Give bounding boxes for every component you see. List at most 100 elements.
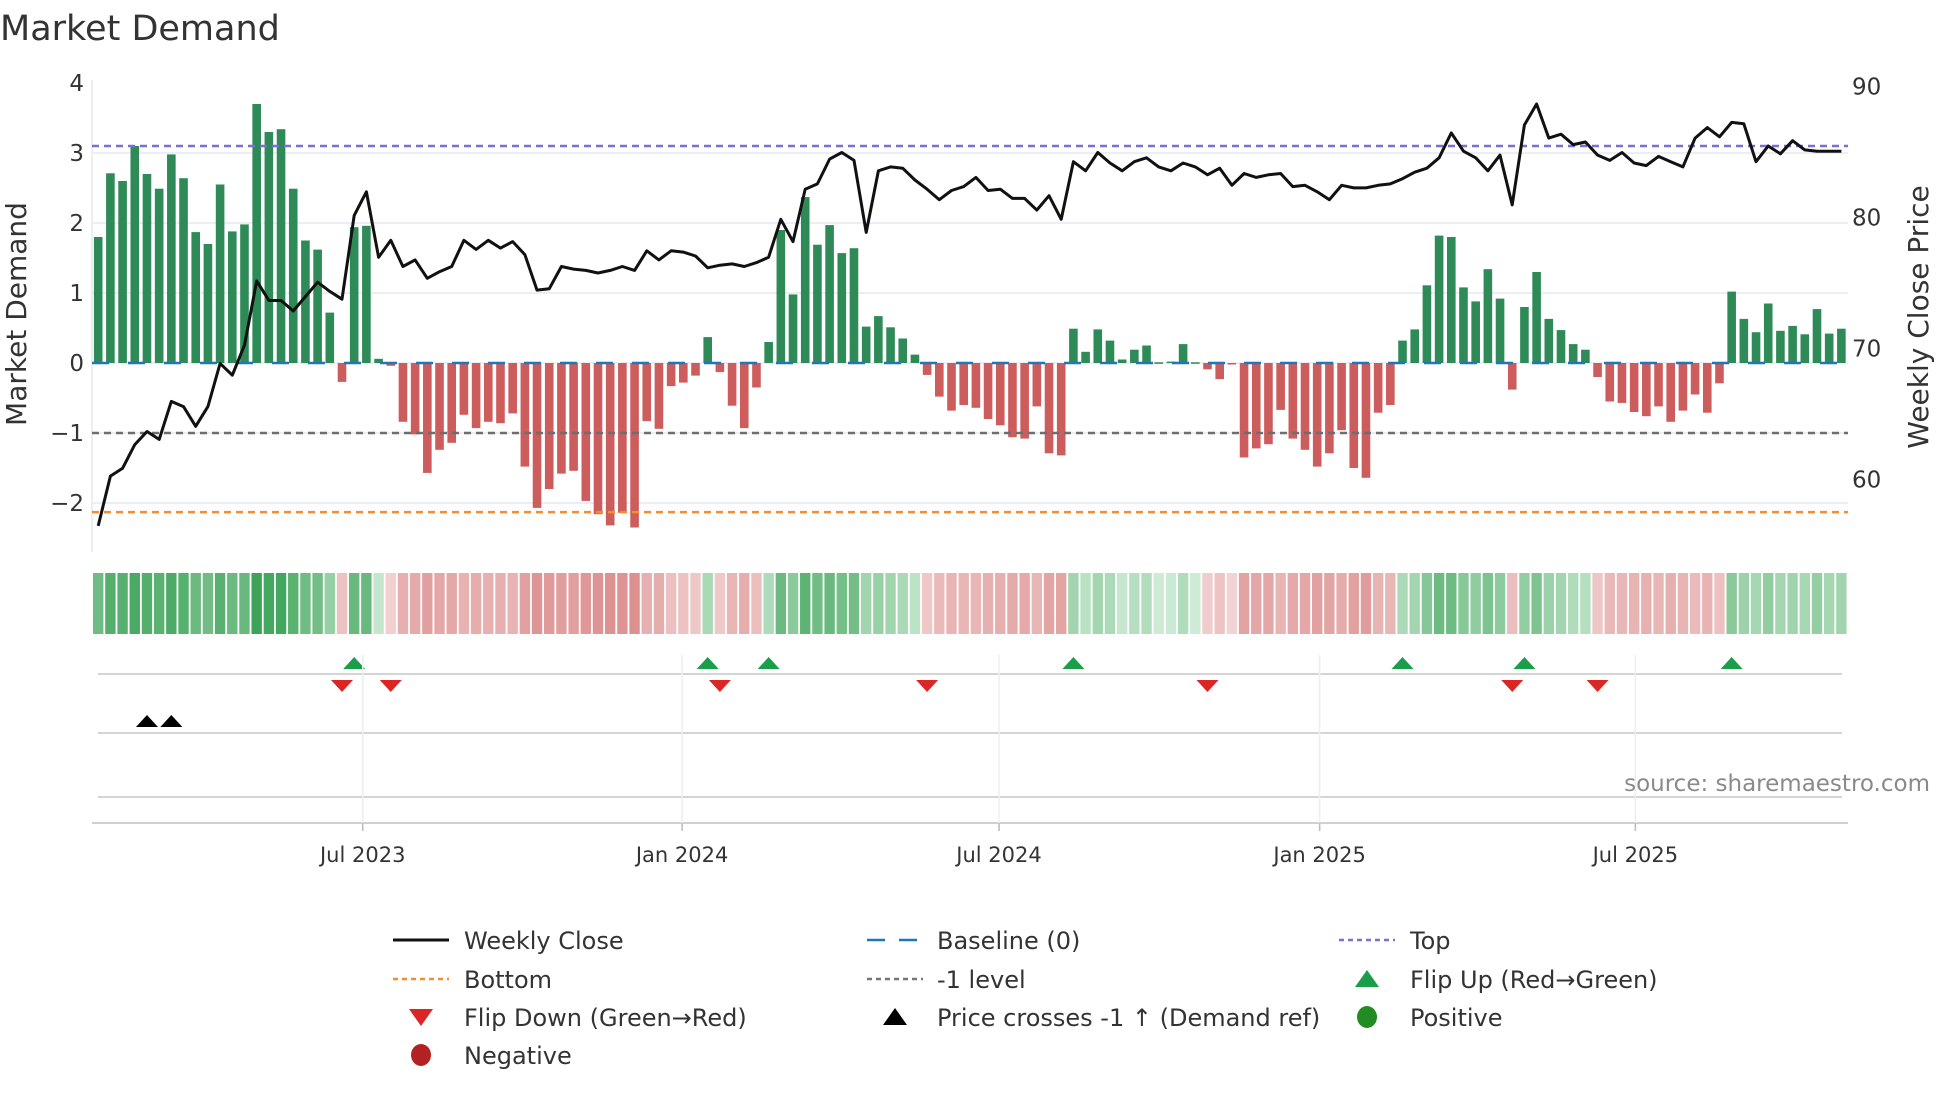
heat-cell [751, 573, 762, 634]
negative-bar [618, 363, 627, 513]
negative-bar [971, 363, 981, 408]
positive-bar [764, 342, 773, 363]
legend-weekly-close-label: Weekly Close [464, 927, 624, 955]
y-axis-label: Market Demand [0, 202, 33, 426]
heat-cell [1190, 573, 1201, 634]
negative-bar [471, 363, 481, 429]
negative-bar [922, 363, 932, 375]
negative-bar [959, 363, 968, 405]
legend-positive-label: Positive [1410, 1004, 1503, 1032]
flip-down-marker [1501, 680, 1524, 692]
positive-bar [1495, 298, 1505, 363]
heat-cell [1507, 573, 1518, 634]
source-credit: source: sharemaestro.com [1624, 771, 1930, 797]
negative-bar [679, 363, 688, 383]
heat-cell [1116, 573, 1128, 634]
heat-cell [1811, 573, 1823, 634]
positive-bar [886, 327, 895, 363]
negative-bar [1056, 363, 1066, 456]
heat-cell [1275, 573, 1286, 634]
positive-bar [362, 225, 371, 363]
flip-down-marker [1196, 680, 1219, 692]
positive-bar [313, 249, 322, 363]
heat-cell [1397, 573, 1408, 634]
heat-cell [1799, 573, 1810, 634]
heat-cell [1385, 573, 1396, 634]
heat-cell [921, 573, 933, 634]
heat-cell [1068, 573, 1079, 634]
positive-bar [349, 227, 359, 363]
positive-bar [1581, 349, 1590, 363]
negative-bar [1605, 363, 1615, 402]
legend-positive-icon [1357, 1006, 1377, 1028]
positive-bar [1812, 309, 1822, 363]
heat-cell [288, 573, 299, 634]
heat-cell [531, 573, 543, 634]
legend-negative-label: Negative [464, 1042, 572, 1070]
heat-cell [1531, 573, 1542, 634]
flip-down-marker [708, 680, 731, 692]
negative-bar [557, 363, 566, 474]
heat-cell [982, 573, 994, 634]
y-axis-right-ticks: 90 80 70 60 [1852, 75, 1881, 494]
negative-bar [1617, 363, 1627, 403]
heat-cell [726, 573, 738, 634]
y2-tick-label: 80 [1852, 206, 1881, 232]
positive-bar [142, 174, 152, 363]
legend-flip-up-red-green-icon [1355, 970, 1379, 987]
positive-bar [1483, 269, 1493, 363]
positive-bar [1763, 303, 1773, 363]
negative-bar [1215, 363, 1224, 380]
flip-down-marker [331, 680, 353, 692]
positive-bar [1824, 333, 1834, 363]
y-tick-label: 3 [69, 141, 84, 167]
demand-heat-strip [93, 573, 1847, 634]
legend-price-crosses-1-demand-ref-icon [883, 1008, 907, 1025]
heat-cell [1653, 573, 1664, 634]
positive-bar [1434, 235, 1444, 363]
heat-cell [1421, 573, 1433, 634]
heat-cell [1580, 573, 1591, 634]
x-tick-label: Jan 2024 [634, 843, 729, 867]
heat-cell [227, 573, 238, 634]
positive-bar [1532, 272, 1541, 363]
heat-cell [934, 573, 945, 634]
positive-bar [837, 253, 847, 363]
heat-cell [495, 573, 506, 634]
positive-bar [1422, 285, 1432, 363]
negative-bar [1312, 363, 1322, 467]
heat-cell [1763, 573, 1774, 634]
positive-bar [874, 316, 883, 363]
positive-bar [130, 146, 140, 363]
positive-bar [93, 237, 103, 363]
heat-cell [1458, 573, 1469, 634]
price-cross-marker [160, 715, 183, 727]
negative-bar [752, 363, 761, 388]
y-tick-label: −1 [50, 421, 84, 447]
heat-cell [312, 573, 323, 634]
heat-cell [300, 573, 311, 634]
positive-bar [1471, 301, 1480, 363]
negative-bar [1593, 363, 1602, 377]
heat-cell [1470, 573, 1481, 634]
signal-markers [98, 657, 1842, 798]
heat-cell [970, 573, 982, 634]
negative-bar [1276, 363, 1285, 410]
legend-flip-up-red-green-label: Flip Up (Red→Green) [1410, 966, 1658, 994]
heat-cell [580, 573, 591, 634]
negative-bar [1666, 363, 1676, 422]
heat-cell [812, 573, 823, 634]
flip-down-marker [916, 680, 939, 692]
heat-cell [1177, 573, 1189, 634]
heat-cell [1056, 573, 1067, 634]
negative-bar [423, 363, 432, 473]
heat-cell [1433, 573, 1445, 634]
heat-cell [214, 573, 226, 634]
negative-bar [1690, 363, 1700, 395]
legend-negative-icon [411, 1044, 431, 1066]
positive-bar [1105, 340, 1115, 363]
positive-bar [1727, 291, 1736, 363]
weekly-close-line-group [96, 102, 1842, 527]
heat-cell [1360, 573, 1372, 634]
heat-cell [1494, 573, 1506, 634]
